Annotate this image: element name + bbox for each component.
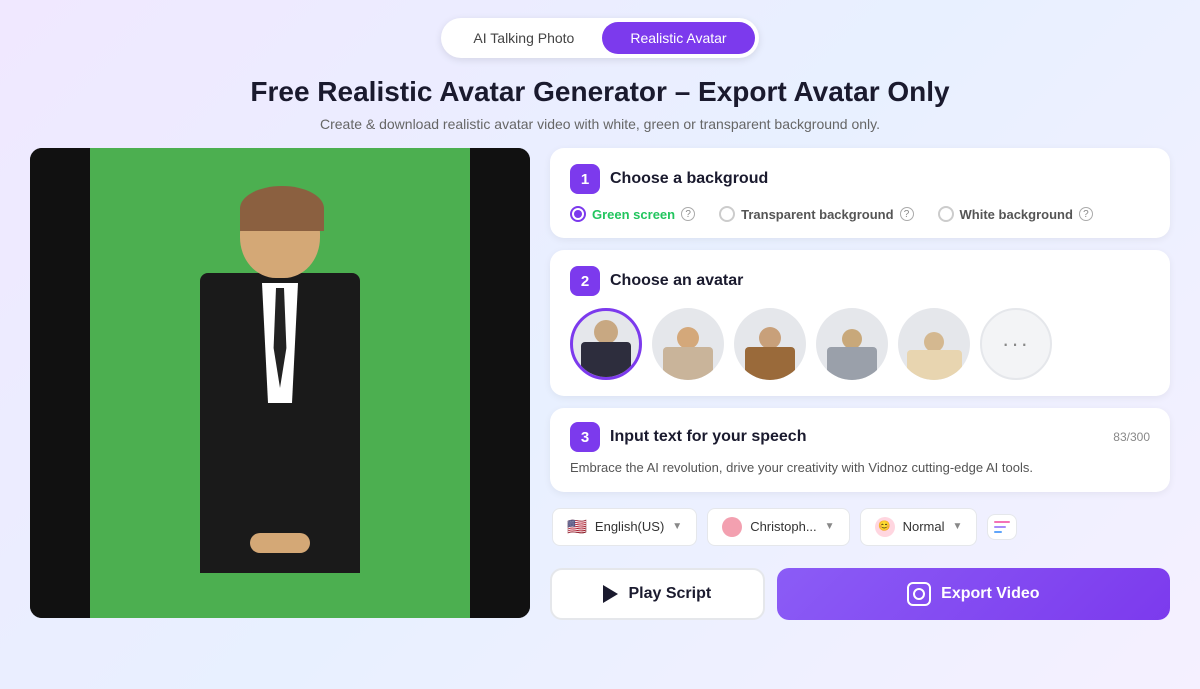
title-section: Free Realistic Avatar Generator – Export… xyxy=(0,72,1200,148)
speed-dropdown[interactable]: 😊 Normal ▼ xyxy=(860,508,978,546)
av2-head xyxy=(677,327,699,349)
line-3 xyxy=(994,531,1002,533)
green-background xyxy=(90,148,470,618)
step2-header: 2 Choose an avatar xyxy=(570,266,1150,296)
bg-option-white[interactable]: White background ? xyxy=(938,206,1093,222)
av4-head xyxy=(842,329,862,349)
export-video-button[interactable]: Export Video xyxy=(777,568,1170,620)
help-white-icon[interactable]: ? xyxy=(1079,207,1093,221)
bg-option-green[interactable]: Green screen ? xyxy=(570,206,695,222)
step1-badge: 1 xyxy=(570,164,600,194)
av3-body xyxy=(745,347,795,380)
avatar-row: ··· xyxy=(570,308,1150,380)
avatar-hair xyxy=(240,186,324,231)
export-icon xyxy=(907,582,931,606)
preview-inner xyxy=(30,148,530,618)
avatar-head xyxy=(240,188,320,278)
play-label: Play Script xyxy=(628,585,711,603)
step1-card: 1 Choose a backgroud Green screen ? Tran… xyxy=(550,148,1170,238)
bg-option-transparent[interactable]: Transparent background ? xyxy=(719,206,913,222)
avatar-option-1[interactable] xyxy=(570,308,642,380)
avatar-person-4 xyxy=(816,308,888,380)
help-green-icon[interactable]: ? xyxy=(681,207,695,221)
lang-chevron-icon: ▼ xyxy=(672,521,682,532)
av1-head xyxy=(594,320,618,344)
bg-label-green: Green screen xyxy=(592,207,675,222)
right-panel: 1 Choose a backgroud Green screen ? Tran… xyxy=(550,148,1170,628)
speed-icon: 😊 xyxy=(875,517,895,537)
avatar-person-5 xyxy=(898,308,970,380)
avatar-option-4[interactable] xyxy=(816,308,888,380)
main-title: Free Realistic Avatar Generator – Export… xyxy=(0,76,1200,108)
bg-options: Green screen ? Transparent background ? … xyxy=(570,206,1150,222)
flag-icon: 🇺🇸 xyxy=(567,517,587,537)
header: AI Talking Photo Realistic Avatar xyxy=(0,0,1200,72)
avatar-preview xyxy=(180,188,380,618)
avatar-person-1 xyxy=(573,311,639,377)
radio-green[interactable] xyxy=(570,206,586,222)
step1-title: Choose a backgroud xyxy=(610,170,768,188)
speed-chevron-icon: ▼ xyxy=(952,521,962,532)
avatar-option-5[interactable] xyxy=(898,308,970,380)
avatar-body xyxy=(200,273,360,573)
voice-dropdown[interactable]: Christoph... ▼ xyxy=(707,508,849,546)
voice-chevron-icon: ▼ xyxy=(825,521,835,532)
avatar-person-2 xyxy=(652,308,724,380)
help-transparent-icon[interactable]: ? xyxy=(900,207,914,221)
language-dropdown[interactable]: 🇺🇸 English(US) ▼ xyxy=(552,508,697,546)
line-2 xyxy=(994,526,1006,528)
av3-head xyxy=(759,327,781,349)
bottom-controls: 🇺🇸 English(US) ▼ Christoph... ▼ 😊 Normal… xyxy=(550,508,1170,546)
tab-ai-talking-photo[interactable]: AI Talking Photo xyxy=(445,22,602,54)
language-label: English(US) xyxy=(595,519,664,534)
av1-body xyxy=(581,342,631,377)
av2-body xyxy=(663,347,713,380)
voice-label: Christoph... xyxy=(750,519,816,534)
bg-label-transparent: Transparent background xyxy=(741,207,893,222)
subtitle: Create & download realistic avatar video… xyxy=(0,116,1200,132)
play-icon xyxy=(603,585,618,603)
step2-title: Choose an avatar xyxy=(610,272,743,290)
avatar-option-3[interactable] xyxy=(734,308,806,380)
speed-label: Normal xyxy=(903,519,945,534)
step3-badge: 3 xyxy=(570,422,600,452)
voice-avatar-icon xyxy=(722,517,742,537)
step3-header-left: 3 Input text for your speech xyxy=(570,422,806,452)
av4-body xyxy=(827,347,877,380)
step3-card: 3 Input text for your speech 83/300 Embr… xyxy=(550,408,1170,492)
export-label: Export Video xyxy=(941,585,1039,603)
radio-white[interactable] xyxy=(938,206,954,222)
step2-badge: 2 xyxy=(570,266,600,296)
step2-card: 2 Choose an avatar xyxy=(550,250,1170,396)
avatar-more-button[interactable]: ··· xyxy=(980,308,1052,380)
avatar-option-2[interactable] xyxy=(652,308,724,380)
tab-container: AI Talking Photo Realistic Avatar xyxy=(441,18,758,58)
tab-realistic-avatar[interactable]: Realistic Avatar xyxy=(602,22,754,54)
av5-head xyxy=(924,332,944,352)
bg-label-white: White background xyxy=(960,207,1073,222)
preview-panel xyxy=(30,148,530,618)
step3-title: Input text for your speech xyxy=(610,428,806,446)
main-content: 1 Choose a backgroud Green screen ? Tran… xyxy=(0,148,1200,628)
speech-text[interactable]: Embrace the AI revolution, drive your cr… xyxy=(570,458,1150,478)
action-buttons: Play Script Export Video xyxy=(550,568,1170,620)
step1-header: 1 Choose a backgroud xyxy=(570,164,1150,194)
line-1 xyxy=(994,521,1010,523)
avatar-person-3 xyxy=(734,308,806,380)
step3-header: 3 Input text for your speech 83/300 xyxy=(570,422,1150,452)
radio-transparent[interactable] xyxy=(719,206,735,222)
av5-body xyxy=(907,350,962,380)
char-count: 83/300 xyxy=(1113,430,1150,444)
text-style-button[interactable] xyxy=(987,514,1017,540)
play-script-button[interactable]: Play Script xyxy=(550,568,765,620)
avatar-hands xyxy=(250,533,310,553)
